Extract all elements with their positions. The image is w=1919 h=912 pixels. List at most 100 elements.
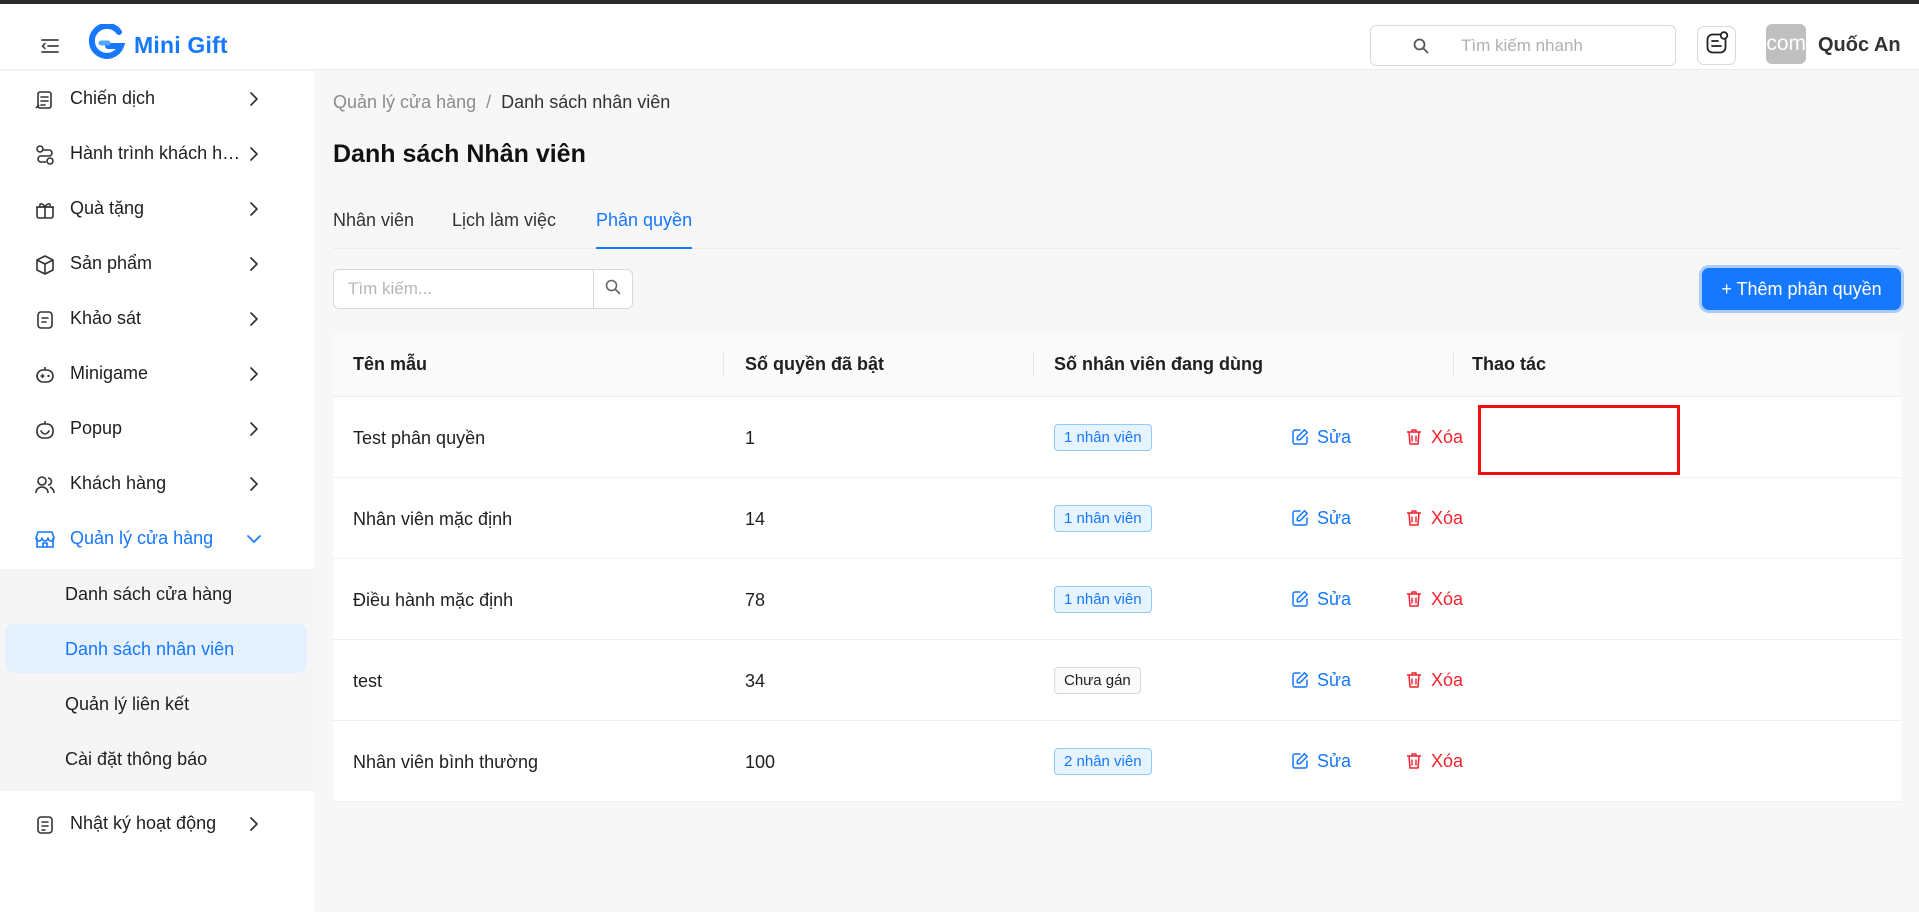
table-header: Tên mẫu Số quyền đã bật Số nhân viên đan…: [333, 333, 1901, 397]
app-logo[interactable]: Mini Gift: [88, 22, 228, 67]
edit-button[interactable]: Sửa: [1291, 586, 1351, 612]
sidebar-item-label: Chiến dịch: [70, 88, 156, 108]
edit-icon: [1292, 672, 1308, 688]
notification-icon: [1705, 31, 1729, 60]
table-row: Nhân viên bình thường 100 2 nhân viên Sử…: [333, 721, 1901, 802]
edit-button[interactable]: Sửa: [1291, 424, 1351, 450]
table-row: Điều hành mặc định 78 1 nhân viên Sửa Xó…: [333, 559, 1901, 640]
delete-label: Xóa: [1431, 750, 1464, 771]
tab-work-schedule[interactable]: Lịch làm việc: [452, 210, 556, 249]
submenu-item-notification-settings[interactable]: Cài đặt thông báo: [5, 734, 307, 783]
delete-button[interactable]: Xóa: [1405, 667, 1463, 693]
chevron-right-icon: [244, 814, 264, 834]
chevron-right-icon: [244, 199, 264, 219]
journey-icon: [33, 143, 57, 167]
delete-button[interactable]: Xóa: [1405, 748, 1463, 774]
chevron-right-icon: [244, 309, 264, 329]
sidebar-item-customer-journey[interactable]: Hành trình khách hàng: [0, 128, 314, 178]
column-divider: [723, 351, 724, 377]
sidebar-item-label: Khách hàng: [70, 473, 167, 493]
log-icon: [33, 813, 57, 837]
sidebar-item-surveys[interactable]: Khảo sát: [0, 293, 314, 343]
sidebar-item-label: Quản lý cửa hàng: [70, 528, 214, 548]
avatar[interactable]: com: [1766, 24, 1806, 64]
campaign-icon: [33, 88, 57, 112]
delete-button[interactable]: Xóa: [1405, 424, 1463, 450]
users-icon: [33, 473, 57, 497]
edit-button[interactable]: Sửa: [1291, 505, 1351, 531]
store-management-submenu: Danh sách cửa hàng Danh sách nhân viên Q…: [0, 569, 314, 791]
staff-count-tag: 1 nhân viên: [1054, 586, 1152, 613]
edit-label: Sửa: [1317, 750, 1352, 771]
add-permission-button[interactable]: + Thêm phân quyền: [1702, 268, 1901, 310]
submenu-item-label: Quản lý liên kết: [65, 694, 190, 714]
edit-icon: [1292, 753, 1308, 769]
chevron-right-icon: [244, 89, 264, 109]
quick-search-input[interactable]: [1461, 35, 1661, 56]
sidebar-item-campaigns[interactable]: Chiến dịch: [0, 73, 314, 123]
sidebar: Chiến dịch Hành trình khách hàng Quà tặn…: [0, 71, 314, 912]
edit-icon: [1292, 510, 1308, 526]
edit-button[interactable]: Sửa: [1291, 667, 1351, 693]
brand-name: Mini Gift: [134, 32, 228, 58]
table-row: test 34 Chưa gán Sửa Xóa: [333, 640, 1901, 721]
staff-count-tag: 1 nhân viên: [1054, 424, 1152, 451]
chevron-right-icon: [244, 254, 264, 274]
delete-label: Xóa: [1431, 669, 1464, 690]
table-row: Nhân viên mặc định 14 1 nhân viên Sửa Xó…: [333, 478, 1901, 559]
submenu-item-store-list[interactable]: Danh sách cửa hàng: [5, 569, 307, 618]
template-name: Test phân quyền: [353, 428, 486, 448]
submenu-item-link-management[interactable]: Quản lý liên kết: [5, 679, 307, 728]
submenu-item-staff-list[interactable]: Danh sách nhân viên: [5, 624, 307, 673]
box-icon: [33, 253, 57, 277]
user-name[interactable]: Quốc An: [1818, 34, 1901, 57]
breadcrumb-parent[interactable]: Quản lý cửa hàng: [333, 92, 476, 112]
sidebar-item-customers[interactable]: Khách hàng: [0, 458, 314, 508]
edit-icon: [1292, 429, 1308, 445]
chevron-right-icon: [244, 144, 264, 164]
logo-mark-icon: [88, 22, 126, 67]
game-icon: [33, 363, 57, 387]
sidebar-item-label: Quà tặng: [70, 198, 145, 218]
delete-button[interactable]: Xóa: [1405, 586, 1463, 612]
column-header: Tên mẫu: [353, 354, 428, 374]
delete-button[interactable]: Xóa: [1405, 505, 1463, 531]
submenu-item-label: Danh sách nhân viên: [65, 639, 235, 659]
edit-button[interactable]: Sửa: [1291, 748, 1351, 774]
sidebar-item-popup[interactable]: Popup: [0, 403, 314, 453]
column-header: Số nhân viên đang dùng: [1054, 354, 1263, 374]
page-title: Danh sách Nhân viên: [333, 140, 586, 168]
table-row: Test phân quyền 1 1 nhân viên Sửa Xóa: [333, 397, 1901, 478]
sidebar-item-activity-log[interactable]: Nhật ký hoạt động: [0, 798, 314, 848]
edit-label: Sửa: [1317, 588, 1352, 609]
search-input[interactable]: [334, 270, 593, 308]
quick-search[interactable]: [1370, 25, 1676, 66]
chevron-right-icon: [244, 419, 264, 439]
staff-count-tag: Chưa gán: [1054, 667, 1141, 694]
sidebar-item-label: Minigame: [70, 363, 149, 383]
trash-icon: [1407, 429, 1421, 445]
permission-table: Tên mẫu Số quyền đã bật Số nhân viên đan…: [333, 333, 1901, 802]
trash-icon: [1407, 672, 1421, 688]
template-name: Điều hành mặc định: [353, 590, 514, 610]
chevron-down-icon: [244, 529, 264, 549]
column-divider: [1033, 351, 1034, 377]
sidebar-item-products[interactable]: Sản phẩm: [0, 238, 314, 288]
sidebar-item-label: Nhật ký hoạt động: [70, 813, 217, 833]
template-name: Nhân viên bình thường: [353, 752, 538, 772]
notification-button[interactable]: [1697, 26, 1736, 65]
sidebar-item-minigame[interactable]: Minigame: [0, 348, 314, 398]
tab-staff[interactable]: Nhân viên: [333, 210, 414, 249]
trash-icon: [1407, 591, 1421, 607]
delete-label: Xóa: [1431, 588, 1464, 609]
sidebar-item-label: Khảo sát: [70, 308, 142, 328]
search-button[interactable]: [593, 270, 632, 308]
sidebar-item-label: Sản phẩm: [70, 253, 153, 273]
permission-search: [333, 269, 633, 309]
sidebar-item-gifts[interactable]: Quà tặng: [0, 183, 314, 233]
tab-bar: Nhân viên Lịch làm việc Phân quyền: [333, 200, 1901, 249]
menu-collapse-icon[interactable]: [38, 34, 62, 58]
tab-permissions[interactable]: Phân quyền: [596, 210, 693, 249]
enabled-permission-count: 100: [745, 752, 776, 772]
sidebar-item-store-management[interactable]: Quản lý cửa hàng: [0, 513, 314, 563]
